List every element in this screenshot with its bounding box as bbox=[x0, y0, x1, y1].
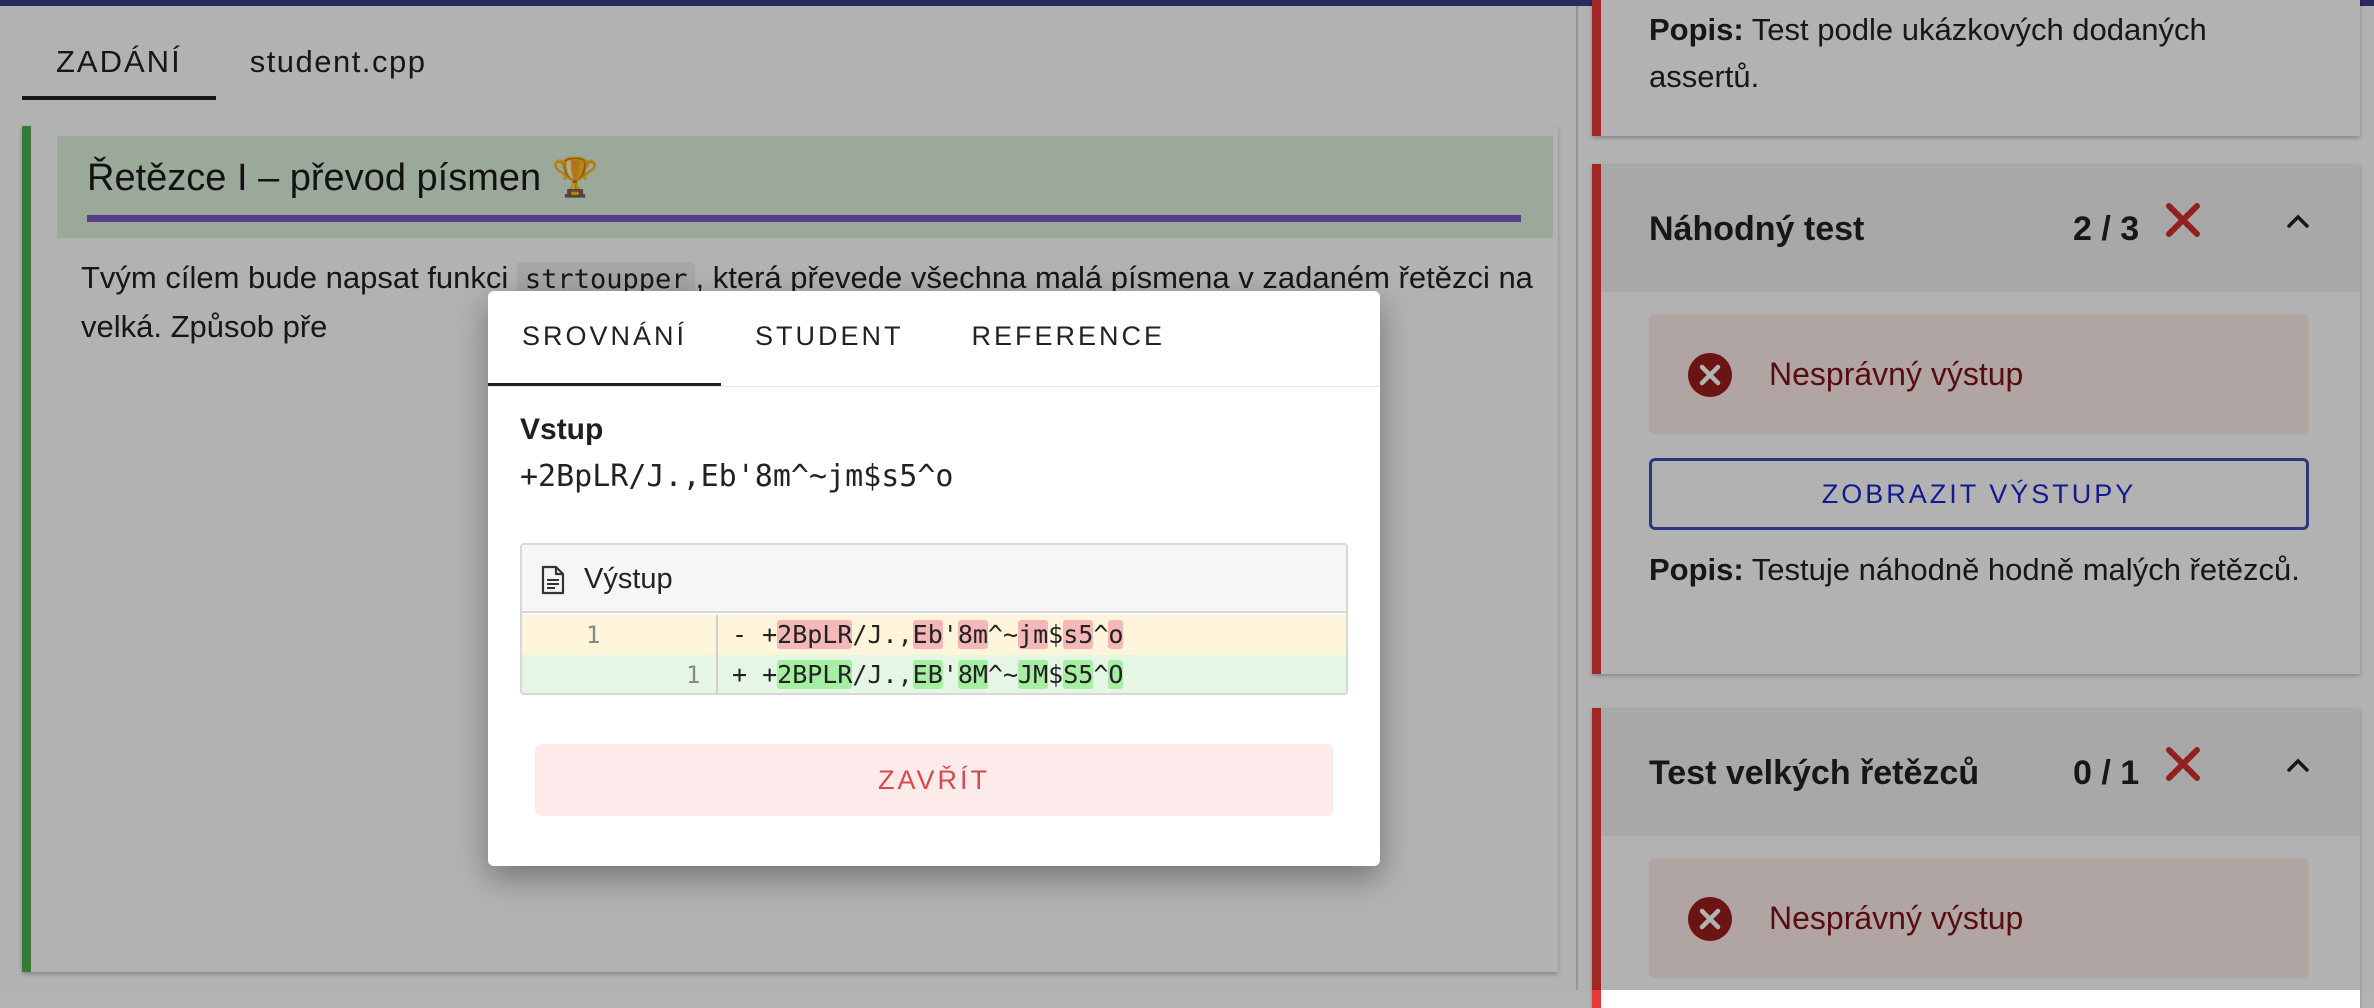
added-segment: JM bbox=[1018, 660, 1049, 689]
removed-segment: 8m bbox=[957, 620, 988, 649]
removed-segment: o bbox=[1108, 620, 1124, 649]
added-segment: 2BPLR bbox=[777, 660, 853, 689]
removed-segment: /J., bbox=[852, 620, 913, 649]
added-segment: 8M bbox=[957, 660, 988, 689]
close-button[interactable]: ZAVŘÍT bbox=[535, 744, 1333, 816]
removed-segment: ^~ bbox=[987, 620, 1019, 649]
removed-segment: $ bbox=[1048, 620, 1064, 649]
diff-row-added: 1 + +2BPLR/J.,EB'8M^~JM$S5^O bbox=[522, 655, 1346, 693]
diff-header: Výstup bbox=[522, 545, 1346, 613]
added-segment: $ bbox=[1048, 660, 1064, 689]
added-segment: ^~ bbox=[987, 660, 1019, 689]
diff-prefix: + + bbox=[732, 660, 778, 689]
added-line-code: + +2BPLR/J.,EB'8M^~JM$S5^O bbox=[732, 660, 1124, 689]
removed-line-code: - +2BpLR/J.,Eb'8m^~jm$s5^o bbox=[732, 620, 1124, 649]
removed-segment: s5 bbox=[1063, 620, 1094, 649]
tab-student[interactable]: STUDENT bbox=[721, 291, 938, 387]
line-number: 1 bbox=[686, 661, 701, 689]
removed-segment: jm bbox=[1018, 620, 1049, 649]
removed-segment: Eb bbox=[912, 620, 943, 649]
dialog-tabs: SROVNÁNÍ STUDENT REFERENCE bbox=[488, 291, 1199, 387]
added-segment: ^ bbox=[1093, 660, 1109, 689]
output-comparison-dialog: SROVNÁNÍ STUDENT REFERENCE Vstup +2BpLR/… bbox=[488, 291, 1380, 866]
tabs-divider bbox=[488, 386, 1380, 387]
tab-reference[interactable]: REFERENCE bbox=[938, 291, 1200, 387]
added-segment: EB bbox=[912, 660, 943, 689]
added-segment: /J., bbox=[852, 660, 913, 689]
output-diff: Výstup 1 - +2BpLR/J.,Eb'8m^~jm$s5^o 1 + … bbox=[520, 543, 1348, 695]
line-number: 1 bbox=[586, 621, 601, 649]
removed-segment: ' bbox=[942, 620, 958, 649]
input-label: Vstup bbox=[520, 413, 604, 446]
added-segment: S5 bbox=[1063, 660, 1094, 689]
diff-title: Výstup bbox=[584, 563, 673, 595]
diff-prefix: - + bbox=[732, 620, 778, 649]
removed-segment: 2BpLR bbox=[777, 620, 853, 649]
document-icon bbox=[541, 565, 565, 595]
line-gutter: 1 bbox=[522, 655, 718, 693]
input-value: +2BpLR/J.,Eb'8m^~jm$s5^o bbox=[520, 459, 954, 494]
diff-row-removed: 1 - +2BpLR/J.,Eb'8m^~jm$s5^o bbox=[522, 615, 1346, 655]
added-segment: O bbox=[1108, 660, 1124, 689]
line-gutter: 1 bbox=[522, 615, 718, 655]
tab-srovnani[interactable]: SROVNÁNÍ bbox=[488, 291, 722, 387]
removed-segment: ^ bbox=[1093, 620, 1109, 649]
added-segment: ' bbox=[942, 660, 958, 689]
